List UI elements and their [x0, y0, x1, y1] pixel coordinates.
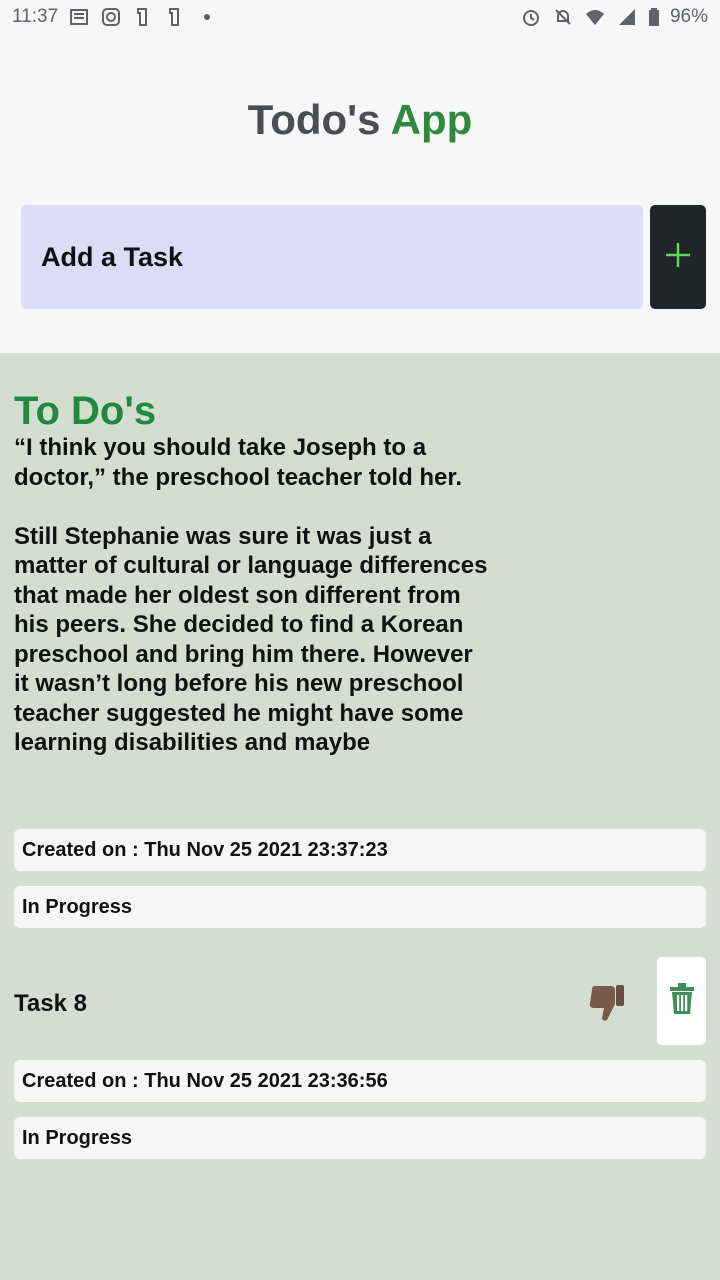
alarm-icon: [520, 6, 542, 28]
status-badge: In Progress: [14, 886, 706, 928]
task-text: Task 8: [14, 990, 87, 1017]
created-date: Created on : Thu Nov 25 2021 23:36:56: [14, 1060, 706, 1102]
delete-button[interactable]: [657, 957, 706, 1045]
signal-icon: [616, 6, 638, 28]
battery-icon: [648, 6, 660, 28]
add-task-button[interactable]: [650, 205, 706, 309]
todo-list-section: To Do's “I think you should take Joseph …: [0, 353, 720, 1280]
thumbs-down-icon[interactable]: [586, 981, 628, 1025]
wifi-icon: [584, 6, 606, 28]
trash-icon: [669, 982, 695, 1020]
notifications-off-icon: [552, 6, 574, 28]
more-notifications-dot: [196, 6, 218, 28]
plus-icon: [664, 241, 692, 274]
news-icon: [68, 6, 90, 28]
instagram-icon: [100, 6, 122, 28]
add-task-input[interactable]: [21, 205, 643, 309]
app-title-accent: App: [390, 96, 473, 143]
status-bar: 11:37 96%: [0, 0, 720, 34]
app-title-main: Todo's: [247, 96, 381, 143]
status-time: 11:37: [12, 6, 59, 27]
task-text: “I think you should take Joseph to a doc…: [14, 434, 488, 756]
app-title: Todo's App: [0, 96, 720, 144]
section-title: To Do's: [14, 389, 157, 433]
app-icon: [164, 6, 186, 28]
app-icon: [132, 6, 154, 28]
battery-level: 96%: [669, 6, 708, 27]
status-badge: In Progress: [14, 1117, 706, 1159]
created-date: Created on : Thu Nov 25 2021 23:37:23: [14, 829, 706, 871]
